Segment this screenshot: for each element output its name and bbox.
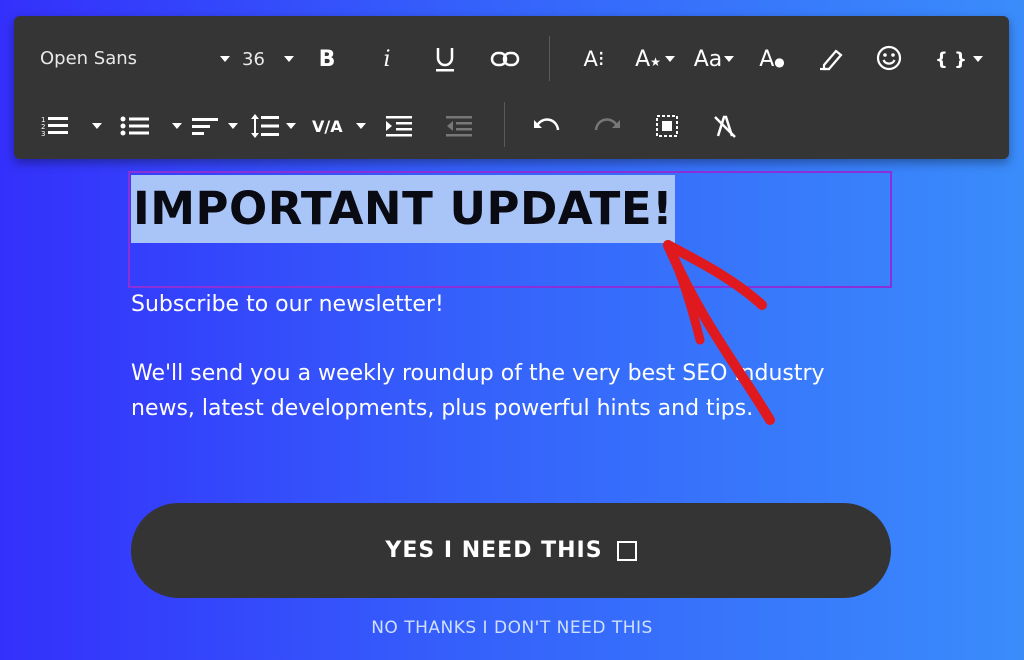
link-button[interactable] xyxy=(488,44,522,74)
font-size-select[interactable]: 36 xyxy=(242,46,294,72)
text-color-icon: A● xyxy=(759,46,785,72)
ordered-list-button[interactable]: 123 xyxy=(40,111,102,141)
line-height-icon xyxy=(251,114,279,138)
text-color-button[interactable]: A● xyxy=(757,44,787,74)
emoji-button[interactable] xyxy=(872,42,906,74)
italic-button[interactable]: i xyxy=(372,44,402,74)
underline-icon xyxy=(436,48,454,72)
chevron-down-icon xyxy=(92,123,102,129)
ordered-list-icon: 123 xyxy=(41,116,68,137)
indent-button[interactable] xyxy=(384,111,414,141)
decline-link[interactable]: NO THANKS I DON'T NEED THIS xyxy=(0,618,1024,638)
unordered-list-icon xyxy=(120,116,149,136)
chevron-down-icon xyxy=(286,123,296,129)
letter-spacing-button[interactable]: V/A xyxy=(312,111,366,141)
font-size-value: 36 xyxy=(242,48,265,70)
select-all-button[interactable] xyxy=(652,111,682,141)
bold-button[interactable]: B xyxy=(312,44,342,74)
redo-button[interactable] xyxy=(592,111,622,141)
square-icon xyxy=(616,540,637,561)
chevron-down-icon xyxy=(724,56,735,62)
chevron-down-icon xyxy=(220,56,230,62)
redo-icon xyxy=(594,118,620,131)
toolbar-divider xyxy=(549,36,550,81)
underline-button[interactable] xyxy=(430,44,460,74)
unordered-list-button[interactable] xyxy=(120,111,182,141)
chevron-down-icon xyxy=(356,123,366,129)
align-icon xyxy=(192,118,218,135)
text-case-button[interactable]: Aa xyxy=(689,44,739,74)
toolbar-divider xyxy=(504,102,505,147)
chevron-down-icon xyxy=(284,56,294,62)
align-button[interactable] xyxy=(192,111,238,141)
chevron-down-icon xyxy=(972,56,983,62)
font-size-icon: A⁝ xyxy=(583,47,605,71)
font-family-select[interactable]: Open Sans xyxy=(40,46,230,72)
text-case-icon: Aa xyxy=(693,46,723,72)
letter-spacing-icon: V/A xyxy=(312,116,343,136)
clear-format-icon xyxy=(714,115,736,138)
subtitle-text[interactable]: Subscribe to our newsletter! xyxy=(131,288,444,322)
font-family-value: Open Sans xyxy=(40,48,138,69)
undo-icon xyxy=(534,118,560,131)
text-effect-button[interactable]: A★ xyxy=(632,44,678,74)
line-height-button[interactable] xyxy=(250,110,296,142)
indent-icon xyxy=(386,116,412,137)
text-effect-icon: A★ xyxy=(635,46,661,72)
link-icon xyxy=(490,51,520,67)
italic-icon: i xyxy=(383,46,391,72)
outdent-icon xyxy=(446,116,472,137)
body-text[interactable]: We'll send you a weekly roundup of the v… xyxy=(131,356,891,426)
code-button[interactable]: { } xyxy=(932,44,986,74)
select-all-icon xyxy=(656,115,678,137)
chevron-down-icon xyxy=(228,123,238,129)
emoji-icon xyxy=(876,45,902,71)
highlight-button[interactable] xyxy=(813,44,847,74)
chevron-down-icon xyxy=(172,123,182,129)
highlight-icon xyxy=(820,49,843,71)
clear-format-button[interactable] xyxy=(710,111,740,141)
font-size-button[interactable]: A⁝ xyxy=(578,44,610,74)
headline[interactable]: IMPORTANT UPDATE! xyxy=(131,175,676,243)
cta-label: YES I NEED THIS xyxy=(385,538,603,563)
bold-icon: B xyxy=(318,46,336,72)
chevron-down-icon xyxy=(664,56,675,62)
undo-button[interactable] xyxy=(532,111,562,141)
yes-cta-button[interactable]: YES I NEED THIS xyxy=(131,503,891,598)
text-format-toolbar: Open Sans 36 B i A⁝ A★ Aa A● { } 1 2 3 V… xyxy=(14,16,1009,159)
outdent-button[interactable] xyxy=(444,111,474,141)
svg-text:3: 3 xyxy=(41,130,45,137)
code-icon: { } xyxy=(935,48,967,70)
